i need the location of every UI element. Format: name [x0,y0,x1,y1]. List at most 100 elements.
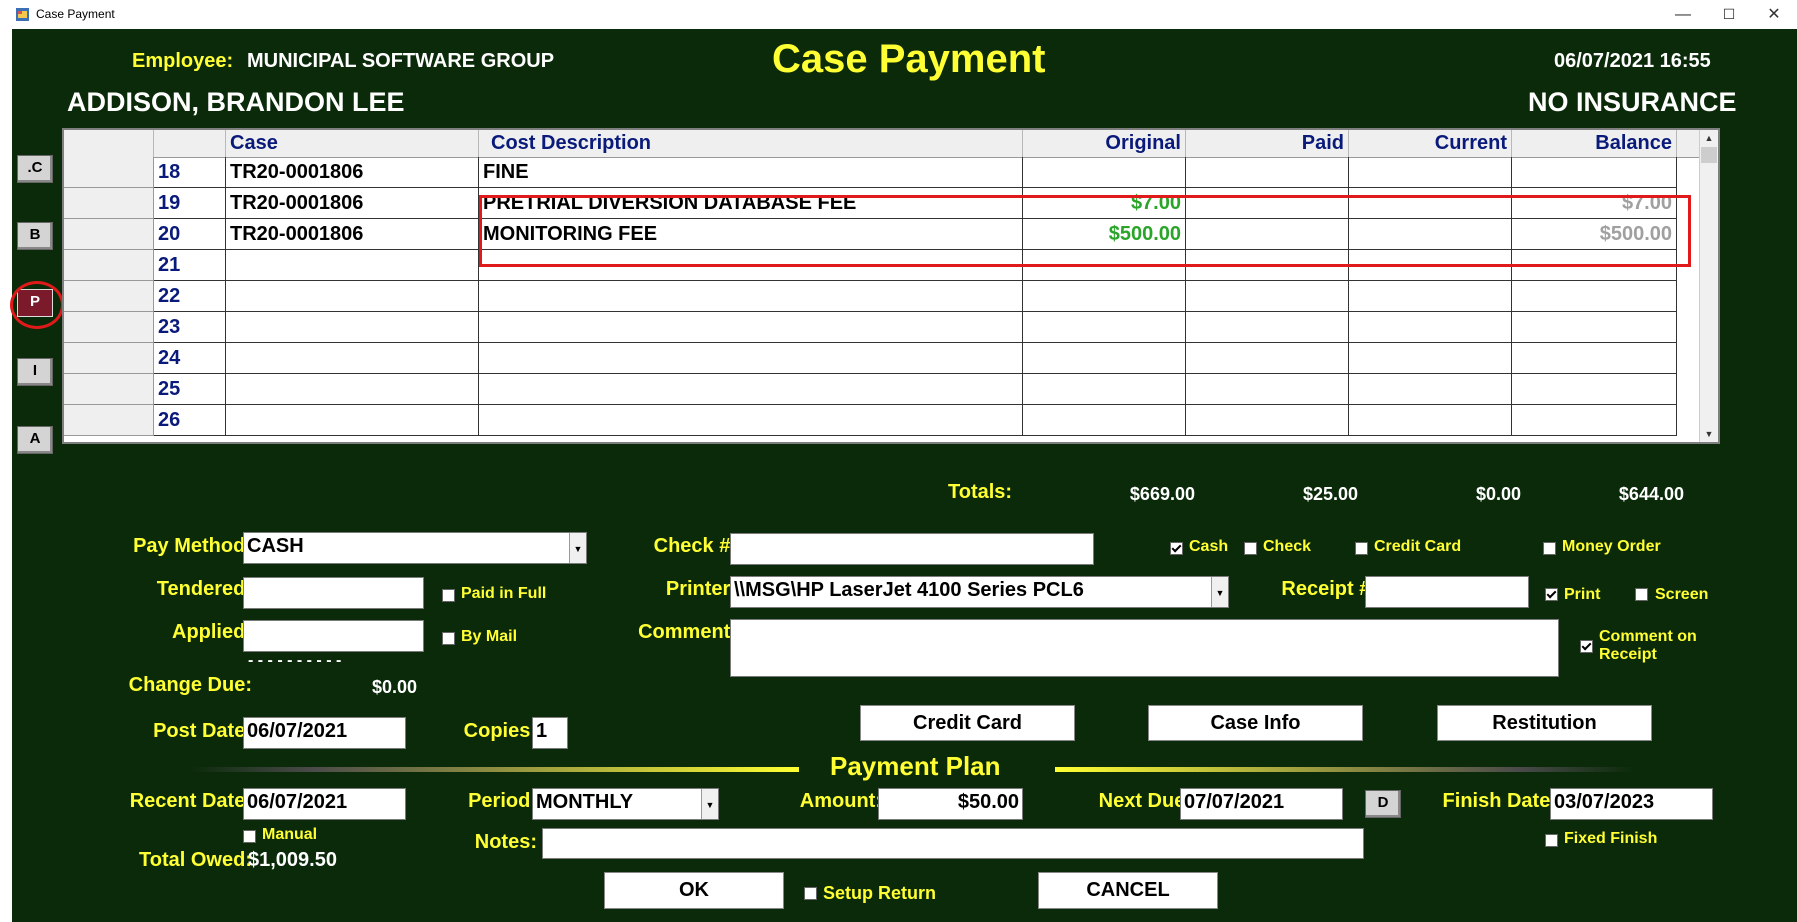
grid-cell-balance[interactable] [1512,343,1677,374]
setup-return-checkbox[interactable] [804,887,817,900]
grid-cell-num[interactable]: 26 [154,405,226,436]
pay-method-select[interactable]: CASH ▼ [243,532,587,564]
grid-cell-balance[interactable] [1512,374,1677,405]
header-case[interactable]: Case [226,130,479,157]
row-selector[interactable] [64,188,154,219]
grid-cell-current[interactable] [1349,281,1512,312]
manual-checkbox[interactable] [243,830,256,843]
row-selector[interactable] [64,157,154,188]
payment-type-checkbox[interactable] [1244,542,1257,555]
row-selector[interactable] [64,374,154,405]
recent-date-input[interactable]: 06/07/2021 [243,788,406,820]
grid-cell-balance[interactable] [1512,157,1677,188]
print-checkbox[interactable] [1545,588,1558,601]
grid-cell-case[interactable]: TR20-0001806 [226,188,479,219]
row-selector[interactable] [64,405,154,436]
side-button-b[interactable]: B [17,222,53,250]
row-selector[interactable] [64,343,154,374]
copies-input[interactable]: 1 [532,717,568,749]
fixed-finish-checkbox[interactable] [1545,834,1558,847]
grid-cell-balance[interactable] [1512,281,1677,312]
grid-cell-original[interactable] [1023,405,1186,436]
grid-cell-current[interactable] [1349,374,1512,405]
header-balance[interactable]: Balance [1512,130,1677,157]
payment-type-checkbox[interactable] [1355,542,1368,555]
grid-cell-num[interactable]: 21 [154,250,226,281]
side-button-c[interactable]: .C [17,155,53,183]
grid-cell-balance[interactable] [1512,405,1677,436]
row-selector[interactable] [64,312,154,343]
minimize-button[interactable]: — [1660,0,1706,29]
grid-cell-original[interactable] [1023,281,1186,312]
grid-scrollbar[interactable]: ▲ ▼ [1699,130,1718,442]
grid-cell-num[interactable]: 20 [154,219,226,250]
grid-cell-desc[interactable] [479,374,1023,405]
grid-cell-paid[interactable] [1186,374,1349,405]
side-button-a[interactable]: A [17,426,53,454]
grid-cell-num[interactable]: 18 [154,157,226,188]
payment-type-checkbox[interactable] [1170,542,1183,555]
restitution-button[interactable]: Restitution [1437,705,1652,741]
printer-select[interactable]: \\MSG\HP LaserJet 4100 Series PCL6 ▼ [730,576,1229,608]
grid-cell-desc[interactable] [479,405,1023,436]
grid-cell-num[interactable]: 23 [154,312,226,343]
grid-cell-case[interactable]: TR20-0001806 [226,219,479,250]
grid-cell-case[interactable] [226,374,479,405]
next-due-input[interactable]: 07/07/2021 [1180,788,1343,820]
grid-cell-num[interactable]: 25 [154,374,226,405]
grid-cell-case[interactable] [226,405,479,436]
grid-cell-case[interactable] [226,312,479,343]
grid-cell-current[interactable] [1349,343,1512,374]
grid-cell-paid[interactable] [1186,281,1349,312]
grid-cell-num[interactable]: 22 [154,281,226,312]
post-date-input[interactable]: 06/07/2021 [243,717,406,749]
grid-cell-case[interactable] [226,281,479,312]
grid-cell-paid[interactable] [1186,405,1349,436]
by-mail-checkbox[interactable] [442,632,455,645]
paid-in-full-checkbox[interactable] [442,589,455,602]
row-selector[interactable] [64,219,154,250]
chevron-down-icon[interactable]: ▼ [1211,577,1228,607]
close-button[interactable]: ✕ [1751,0,1797,29]
scroll-thumb[interactable] [1701,147,1717,163]
case-info-button[interactable]: Case Info [1148,705,1363,741]
amount-input[interactable]: $50.00 [878,788,1023,820]
screen-checkbox[interactable] [1635,588,1648,601]
grid-cell-original[interactable] [1023,374,1186,405]
grid-cell-paid[interactable] [1186,312,1349,343]
maximize-button[interactable]: ☐ [1706,0,1752,29]
applied-input[interactable] [243,620,424,652]
scroll-down-icon[interactable]: ▼ [1700,426,1718,442]
ok-button[interactable]: OK [604,872,784,909]
grid-cell-case[interactable] [226,343,479,374]
side-button-i[interactable]: I [17,358,53,386]
grid-cell-current[interactable] [1349,405,1512,436]
payment-type-checkbox[interactable] [1543,542,1556,555]
grid-cell-desc[interactable]: FINE [479,157,1023,188]
grid-cell-case[interactable] [226,250,479,281]
finish-date-input[interactable]: 03/07/2023 [1550,788,1713,820]
grid-cell-original[interactable] [1023,343,1186,374]
grid-cell-original[interactable] [1023,312,1186,343]
header-paid[interactable]: Paid [1186,130,1349,157]
comment-textarea[interactable] [730,619,1559,677]
cancel-button[interactable]: CANCEL [1038,872,1218,909]
grid-cell-paid[interactable] [1186,343,1349,374]
grid-cell-num[interactable]: 19 [154,188,226,219]
credit-card-button[interactable]: Credit Card [860,705,1075,741]
grid-cell-desc[interactable] [479,312,1023,343]
grid-cell-desc[interactable] [479,281,1023,312]
grid-cell-current[interactable] [1349,312,1512,343]
grid-cell-original[interactable] [1023,157,1186,188]
scroll-up-icon[interactable]: ▲ [1700,130,1718,146]
grid-cell-case[interactable]: TR20-0001806 [226,157,479,188]
header-original[interactable]: Original [1023,130,1186,157]
period-select[interactable]: MONTHLY ▼ [532,788,719,820]
check-number-input[interactable] [730,533,1094,565]
receipt-number-input[interactable] [1365,576,1529,608]
header-current[interactable]: Current [1349,130,1512,157]
grid-cell-num[interactable]: 24 [154,343,226,374]
grid-cell-paid[interactable] [1186,157,1349,188]
tendered-input[interactable] [243,577,424,609]
notes-input[interactable] [542,828,1364,859]
